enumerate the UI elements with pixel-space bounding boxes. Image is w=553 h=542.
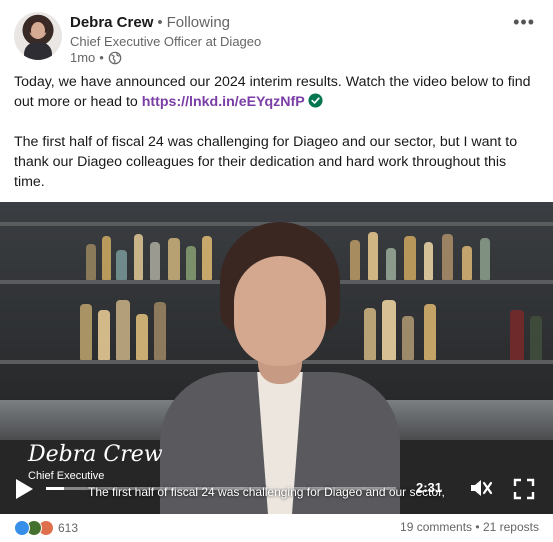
post-time: 1mo [70, 50, 96, 65]
video-player[interactable]: Debra Crew Chief Executive The first hal… [0, 202, 553, 514]
video-caption-role: Chief Executive [28, 470, 105, 482]
post-paragraph-1: Today, we have announced our 2024 interi… [14, 72, 540, 112]
play-icon[interactable] [14, 478, 34, 500]
separator-dot: • [475, 520, 480, 534]
author-title: Chief Executive Officer at Diageo [70, 34, 262, 49]
video-progress-fill [46, 487, 64, 490]
reaction-count: 613 [58, 521, 79, 535]
following-status: Following [166, 14, 231, 31]
post-paragraph-2: The first half of fiscal 24 was challeng… [14, 134, 518, 190]
author-avatar[interactable] [14, 12, 62, 60]
more-options-button[interactable]: ••• [513, 12, 535, 33]
bottle-row [10, 284, 180, 360]
globe-icon [108, 51, 122, 64]
separator-dot: • [99, 50, 104, 65]
check-circle-icon [308, 93, 323, 108]
post-body: Today, we have announced our 2024 interi… [14, 72, 540, 212]
separator-dot: • [157, 14, 163, 31]
speaker [160, 222, 400, 514]
like-icon [14, 520, 30, 536]
mute-icon[interactable] [469, 477, 493, 499]
post-meta: 1mo • [70, 50, 122, 65]
engagement-stats: 19 comments • 21 reposts [400, 520, 539, 534]
results-link[interactable]: https://lnkd.in/eEYqzNfP [142, 94, 305, 110]
post-header: Debra Crew • Following Chief Executive Off… [14, 12, 539, 66]
fullscreen-icon[interactable] [513, 478, 535, 500]
reposts-count[interactable]: 21 reposts [483, 520, 539, 534]
post-card: Debra Crew • Following Chief Executive Off… [0, 0, 553, 542]
author-name[interactable]: Debra Crew [70, 14, 153, 31]
video-time-remaining: 2:31 [416, 480, 443, 495]
video-subtitle: The first half of fiscal 24 was challeng… [88, 485, 445, 499]
reactions-summary[interactable]: 613 [14, 520, 78, 536]
comments-count[interactable]: 19 comments [400, 520, 472, 534]
social-counts: 613 19 comments • 21 reposts [14, 520, 539, 540]
author-name-line: Debra Crew • Following [70, 14, 230, 31]
video-caption-name: Debra Crew [28, 442, 163, 467]
